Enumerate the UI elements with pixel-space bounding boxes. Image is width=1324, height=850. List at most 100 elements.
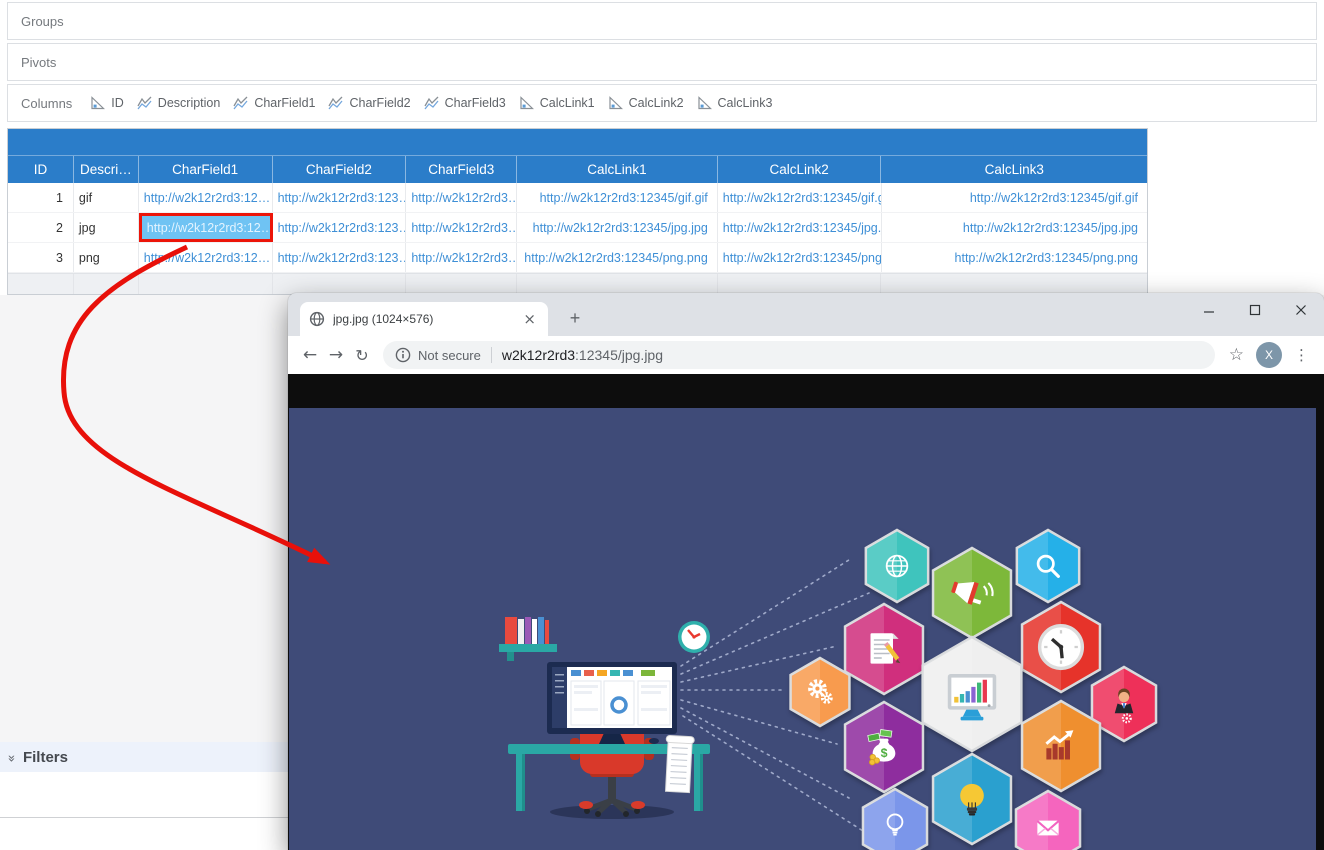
column-chip-id[interactable]: ID	[90, 96, 124, 110]
grid-band-row	[8, 129, 1147, 156]
tab-title: jpg.jpg (1024×576)	[333, 312, 520, 326]
pivot-data-grid: ID Descri… CharField1 CharField2 CharFie…	[7, 128, 1148, 295]
cell-link[interactable]: http://w2k12r2rd3:12345/png.png	[882, 243, 1148, 272]
chip-label: Description	[158, 96, 221, 110]
cell-description: gif	[74, 183, 139, 212]
url-path: :12345/jpg.jpg	[575, 347, 663, 363]
cell-id: 2	[8, 213, 74, 242]
column-header-description[interactable]: Descri…	[74, 156, 139, 183]
pivots-label: Pivots	[21, 55, 56, 70]
new-tab-button[interactable]: +	[562, 305, 588, 331]
back-button[interactable]: ←	[297, 345, 323, 365]
column-chip-calclink2[interactable]: CalcLink2	[608, 96, 684, 110]
sparkline-icon	[328, 96, 344, 110]
column-chip-calclink3[interactable]: CalcLink3	[697, 96, 773, 110]
tab-close-icon[interactable]: ×	[520, 310, 539, 328]
cell-link[interactable]: http://w2k12r2rd3…	[406, 183, 517, 212]
window-controls	[1186, 293, 1324, 327]
chip-label: CalcLink2	[629, 96, 684, 110]
chip-label: ID	[111, 96, 124, 110]
browser-window: jpg.jpg (1024×576) × + ← → ↻ Not secure …	[288, 293, 1324, 850]
cell-link[interactable]: http://w2k12r2rd3:12345/jpg.jpg	[718, 213, 882, 242]
column-header-calclink2[interactable]: CalcLink2	[718, 156, 882, 183]
column-chip-list: ID Description CharField1 CharField2 Cha…	[90, 96, 772, 110]
cell-link[interactable]: http://w2k12r2rd3:123…	[273, 183, 407, 212]
column-chip-charfield2[interactable]: CharField2	[328, 96, 410, 110]
cell-link[interactable]: http://w2k12r2rd3:12345/gif.gif	[517, 183, 718, 212]
browser-tab[interactable]: jpg.jpg (1024×576) ×	[300, 302, 548, 336]
cell-description: png	[74, 243, 139, 272]
sparkline-icon	[233, 96, 249, 110]
column-header-charfield2[interactable]: CharField2	[273, 156, 407, 183]
cell-link[interactable]: http://w2k12r2rd3:12345/gif.gif	[882, 183, 1148, 212]
globe-favicon	[309, 311, 325, 327]
forward-button[interactable]: →	[323, 345, 349, 365]
calc-triangle-icon	[519, 96, 535, 110]
envelope-icon	[1037, 821, 1058, 836]
column-header-charfield1[interactable]: CharField1	[139, 156, 273, 183]
column-header-charfield3[interactable]: CharField3	[406, 156, 517, 183]
pivots-drop-area[interactable]: Pivots	[7, 43, 1317, 81]
close-icon	[1295, 304, 1307, 316]
maximize-icon	[1249, 304, 1261, 316]
column-header-calclink1[interactable]: CalcLink1	[517, 156, 718, 183]
menu-kebab-icon[interactable]: ⋮	[1294, 346, 1309, 364]
double-chevron-down-icon: »	[3, 754, 18, 760]
url-host: w2k12r2rd3	[502, 347, 575, 363]
minimize-icon	[1203, 304, 1215, 316]
sparkline-icon	[424, 96, 440, 110]
cell-link[interactable]: http://w2k12r2rd3…	[406, 213, 517, 242]
reload-button[interactable]: ↻	[349, 346, 375, 365]
cell-link[interactable]: http://w2k12r2rd3:12345/gif.gif	[718, 183, 882, 212]
profile-avatar[interactable]: X	[1256, 342, 1282, 368]
calc-triangle-icon	[90, 96, 106, 110]
column-chip-charfield3[interactable]: CharField3	[424, 96, 506, 110]
jpg-image	[289, 408, 1316, 850]
filters-label: Filters	[23, 749, 68, 766]
columns-drop-area[interactable]: Columns ID Description CharField1 CharFi…	[7, 84, 1317, 122]
cell-link[interactable]: http://w2k12r2rd3:12345/png.png	[718, 243, 882, 272]
table-row: 2 jpg http://w2k12r2rd3:12… http://w2k12…	[8, 213, 1147, 243]
highlighted-cell[interactable]: http://w2k12r2rd3:12…	[139, 213, 273, 242]
minimize-button[interactable]	[1186, 293, 1232, 327]
security-label[interactable]: Not secure	[418, 348, 481, 363]
column-chip-charfield1[interactable]: CharField1	[233, 96, 315, 110]
column-chip-description[interactable]: Description	[137, 96, 221, 110]
cell-id: 1	[8, 183, 74, 212]
column-chip-calclink1[interactable]: CalcLink1	[519, 96, 595, 110]
cell-link[interactable]: http://w2k12r2rd3:123…	[273, 243, 407, 272]
cell-link[interactable]: http://w2k12r2rd3:12…	[139, 243, 273, 272]
cell-link[interactable]: http://w2k12r2rd3:12345/jpg.jpg	[517, 213, 718, 242]
calc-triangle-icon	[608, 96, 624, 110]
maximize-button[interactable]	[1232, 293, 1278, 327]
cell-description: jpg	[74, 213, 139, 242]
clock-icon	[1040, 626, 1083, 669]
browser-toolbar: ← → ↻ Not secure w2k12r2rd3 :12345/jpg.j…	[288, 336, 1324, 374]
sparkline-icon	[137, 96, 153, 110]
cell-link[interactable]: http://w2k12r2rd3…	[406, 243, 517, 272]
calc-triangle-icon	[697, 96, 713, 110]
table-row: 3 png http://w2k12r2rd3:12… http://w2k12…	[8, 243, 1147, 273]
address-separator	[491, 347, 492, 363]
groups-label: Groups	[21, 14, 64, 29]
browser-content	[288, 374, 1324, 850]
column-header-calclink3[interactable]: CalcLink3	[881, 156, 1147, 183]
address-bar[interactable]: Not secure w2k12r2rd3 :12345/jpg.jpg	[383, 341, 1215, 369]
browser-tab-strip: jpg.jpg (1024×576) × +	[288, 293, 1324, 336]
grid-filler-row	[8, 273, 1147, 294]
bookmark-star-icon[interactable]: ☆	[1229, 345, 1244, 365]
chip-label: CalcLink1	[540, 96, 595, 110]
chip-label: CharField1	[254, 96, 315, 110]
chip-label: CalcLink3	[718, 96, 773, 110]
grid-header-row: ID Descri… CharField1 CharField2 CharFie…	[8, 156, 1147, 183]
groups-drop-area[interactable]: Groups	[7, 2, 1317, 40]
cell-link[interactable]: http://w2k12r2rd3:12345/png.png	[517, 243, 718, 272]
column-header-id[interactable]: ID	[8, 156, 74, 183]
columns-label: Columns	[21, 96, 72, 111]
cell-link[interactable]: http://w2k12r2rd3:123…	[273, 213, 407, 242]
cell-link[interactable]: http://w2k12r2rd3:12345/jpg.jpg	[882, 213, 1148, 242]
info-icon	[395, 347, 411, 363]
cell-link[interactable]: http://w2k12r2rd3:12…	[139, 183, 273, 212]
close-button[interactable]	[1278, 293, 1324, 327]
chip-label: CharField2	[349, 96, 410, 110]
